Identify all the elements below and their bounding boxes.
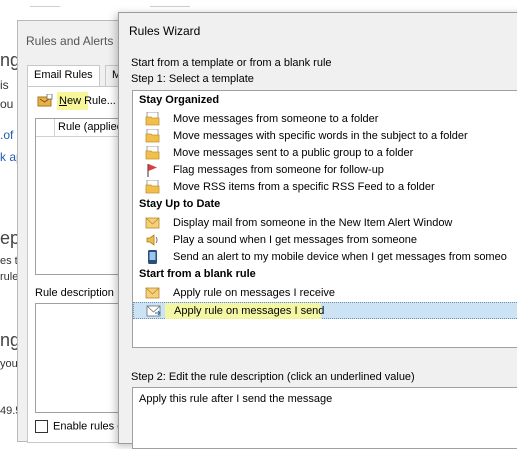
folder-envelope-icon (145, 146, 160, 160)
background-text: you (0, 358, 18, 370)
background-text: ou (0, 97, 14, 111)
background-text: is (0, 78, 9, 92)
group-header-stay-organized: Stay Organized (139, 94, 220, 106)
template-label: Move RSS items from a specific RSS Feed … (173, 181, 435, 193)
background-divider (150, 6, 190, 7)
step1-label: Step 1: Select a template (131, 73, 254, 85)
template-list[interactable]: Stay Organized Move messages from someon… (132, 90, 517, 348)
checkbox-column-header (36, 119, 55, 136)
template-apply-on-receive[interactable]: Apply rule on messages I receive (133, 285, 517, 302)
wizard-subtitle: Start from a template or from a blank ru… (131, 57, 332, 69)
rules-wizard-dialog: Rules Wizard Start from a template or fr… (118, 12, 517, 449)
template-new-item-alert[interactable]: Display mail from someone in the New Ite… (133, 215, 517, 232)
template-apply-on-send[interactable]: Apply rule on messages I send (133, 302, 517, 319)
enable-rules-label: Enable rules o (53, 420, 124, 433)
group-header-stay-up-to-date: Stay Up to Date (139, 198, 221, 210)
enable-rules-option[interactable]: Enable rules o (35, 420, 123, 433)
new-rule-label: ew Rule... (66, 95, 116, 107)
alert-envelope-icon (145, 217, 160, 229)
speaker-icon (146, 234, 158, 246)
folder-envelope-icon (145, 112, 160, 126)
mobile-phone-icon (148, 250, 157, 264)
envelope-send-icon (146, 305, 161, 317)
template-move-rss[interactable]: Move RSS items from a specific RSS Feed … (133, 179, 517, 196)
folder-envelope-icon (145, 129, 160, 143)
template-label: Move messages with specific words in the… (173, 130, 468, 142)
red-flag-icon (147, 164, 157, 177)
wizard-title: Rules Wizard (129, 24, 201, 38)
step2-label: Step 2: Edit the rule description (click… (131, 371, 415, 383)
group-header-blank-rule: Start from a blank rule (139, 268, 256, 280)
rule-column-header[interactable]: Rule (applied (58, 121, 123, 133)
template-mobile-alert[interactable]: Send an alert to my mobile device when I… (133, 249, 517, 266)
rule-description-label: Rule description (35, 287, 114, 299)
enable-rules-checkbox[interactable] (35, 420, 48, 433)
template-label: Play a sound when I get messages from so… (173, 234, 417, 246)
template-label: Move messages from someone to a folder (173, 113, 379, 125)
template-label: Flag messages from someone for follow-up (173, 164, 384, 176)
template-move-specific-words[interactable]: Move messages with specific words in the… (133, 128, 517, 145)
template-label: Apply rule on messages I send (174, 305, 325, 317)
new-rule-icon (37, 94, 53, 107)
template-move-from-someone[interactable]: Move messages from someone to a folder (133, 111, 517, 128)
template-label: Send an alert to my mobile device when I… (173, 251, 507, 263)
template-move-public-group[interactable]: Move messages sent to a public group to … (133, 145, 517, 162)
new-rule-accelerator: N (59, 95, 67, 107)
template-play-sound[interactable]: Play a sound when I get messages from so… (133, 232, 517, 249)
rule-description-editor[interactable]: Apply this rule after I send the message (132, 387, 517, 449)
dialog-title: Rules and Alerts (26, 34, 114, 48)
tab-email-rules[interactable]: Email Rules (27, 65, 100, 87)
template-flag-follow-up[interactable]: Flag messages from someone for follow-up (133, 162, 517, 179)
rule-description-text: Apply this rule after I send the message (139, 393, 333, 405)
template-label: Move messages sent to a public group to … (173, 147, 414, 159)
template-label: Display mail from someone in the New Ite… (173, 217, 453, 229)
folder-envelope-icon (145, 180, 160, 194)
background-link[interactable]: .of (0, 128, 13, 142)
envelope-icon (145, 287, 160, 299)
template-label: Apply rule on messages I receive (173, 287, 336, 299)
